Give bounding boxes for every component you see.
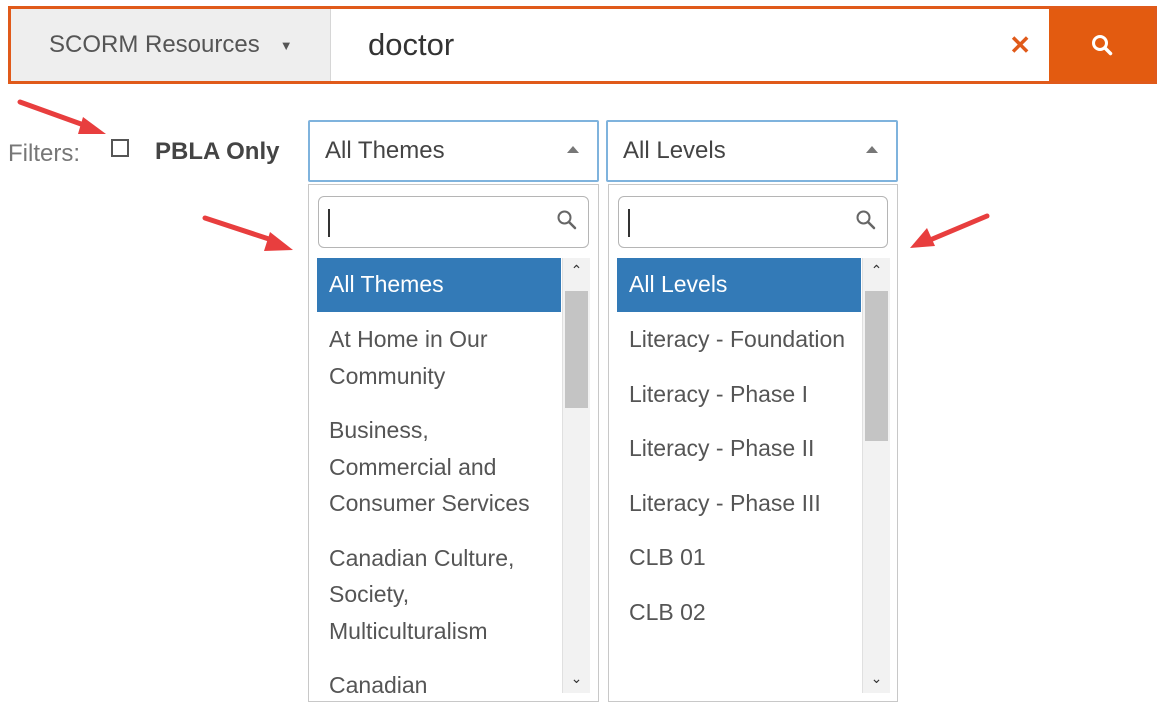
red-arrow-icon <box>17 99 990 251</box>
